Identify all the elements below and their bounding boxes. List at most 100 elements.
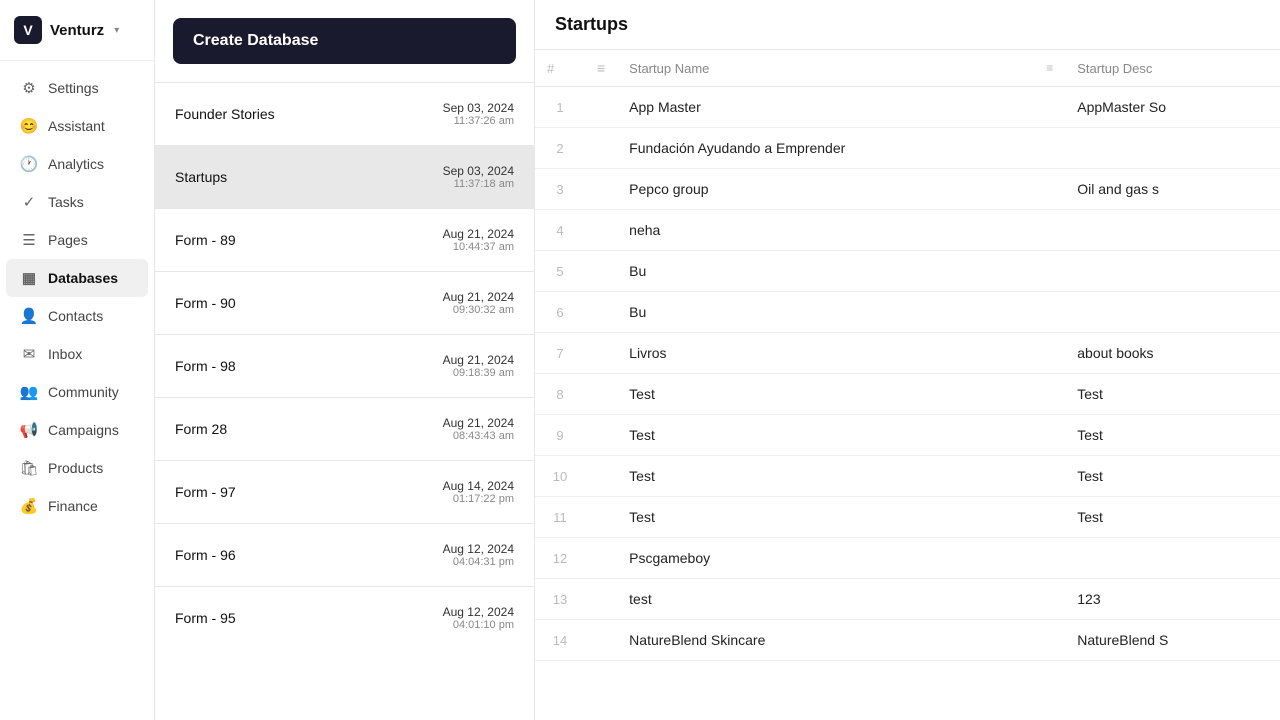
row-startup-desc: Test: [1065, 415, 1280, 456]
sidebar-label-contacts: Contacts: [48, 308, 103, 324]
row-menu: [585, 87, 617, 128]
row-menu: [585, 251, 617, 292]
assistant-icon: 😊: [20, 117, 38, 135]
db-name: Form - 95: [175, 610, 236, 626]
row-menu: [585, 333, 617, 374]
row-num: 2: [535, 128, 585, 169]
row-num: 9: [535, 415, 585, 456]
tasks-icon: ✓: [20, 193, 38, 211]
row-startup-desc: Test: [1065, 456, 1280, 497]
db-name: Form - 96: [175, 547, 236, 563]
database-list-item[interactable]: Form - 97 Aug 14, 2024 01:17:22 pm: [155, 460, 534, 523]
sidebar-item-assistant[interactable]: 😊 Assistant: [6, 107, 148, 145]
database-list-item[interactable]: Form - 89 Aug 21, 2024 10:44:37 am: [155, 208, 534, 271]
database-list-item[interactable]: Form - 96 Aug 12, 2024 04:04:31 pm: [155, 523, 534, 586]
row-startup-desc: about books: [1065, 333, 1280, 374]
row-num: 8: [535, 374, 585, 415]
col-filter-icon[interactable]: ≡: [1046, 61, 1053, 75]
database-list-item[interactable]: Form - 98 Aug 21, 2024 09:18:39 am: [155, 334, 534, 397]
sidebar: V Venturz ▾ ⚙ Settings 😊 Assistant 🕐 Ana…: [0, 0, 155, 720]
sidebar-label-assistant: Assistant: [48, 118, 105, 134]
table-row[interactable]: 7 Livros about books: [535, 333, 1280, 374]
contacts-icon: 👤: [20, 307, 38, 325]
sidebar-item-community[interactable]: 👥 Community: [6, 373, 148, 411]
db-date: Sep 03, 2024 11:37:26 am: [443, 101, 514, 127]
col-header-startup-name[interactable]: Startup Name ≡: [617, 50, 1065, 87]
sidebar-item-products[interactable]: 🛍 Products: [6, 449, 148, 487]
row-num: 11: [535, 497, 585, 538]
row-num: 1: [535, 87, 585, 128]
row-menu: [585, 374, 617, 415]
row-menu: [585, 620, 617, 661]
row-num: 14: [535, 620, 585, 661]
row-num: 6: [535, 292, 585, 333]
sidebar-item-inbox[interactable]: ✉ Inbox: [6, 335, 148, 373]
table-row[interactable]: 4 neha: [535, 210, 1280, 251]
main-content: Startups # ≡ Startup Name ≡ Startup Des: [535, 0, 1280, 720]
table-row[interactable]: 13 test 123: [535, 579, 1280, 620]
sidebar-item-analytics[interactable]: 🕐 Analytics: [6, 145, 148, 183]
row-startup-desc: NatureBlend S: [1065, 620, 1280, 661]
row-startup-name: Pscgameboy: [617, 538, 1065, 579]
col-header-menu: ≡: [585, 50, 617, 87]
row-startup-name: Bu: [617, 251, 1065, 292]
database-list-item[interactable]: Form - 90 Aug 21, 2024 09:30:32 am: [155, 271, 534, 334]
table-row[interactable]: 10 Test Test: [535, 456, 1280, 497]
row-menu: [585, 579, 617, 620]
sidebar-item-finance[interactable]: 💰 Finance: [6, 487, 148, 525]
row-startup-desc: AppMaster So: [1065, 87, 1280, 128]
table-row[interactable]: 11 Test Test: [535, 497, 1280, 538]
db-date: Sep 03, 2024 11:37:18 am: [443, 164, 514, 190]
sidebar-item-settings[interactable]: ⚙ Settings: [6, 69, 148, 107]
community-icon: 👥: [20, 383, 38, 401]
create-database-button[interactable]: Create Database: [173, 18, 516, 64]
sidebar-item-campaigns[interactable]: 📢 Campaigns: [6, 411, 148, 449]
table-row[interactable]: 5 Bu: [535, 251, 1280, 292]
row-menu: [585, 456, 617, 497]
table-row[interactable]: 9 Test Test: [535, 415, 1280, 456]
row-startup-desc: Test: [1065, 497, 1280, 538]
row-startup-name: test: [617, 579, 1065, 620]
middle-panel: Create Database Founder Stories Sep 03, …: [155, 0, 535, 720]
db-date: Aug 21, 2024 08:43:43 am: [443, 416, 514, 442]
db-date: Aug 21, 2024 09:18:39 am: [443, 353, 514, 379]
table-row[interactable]: 14 NatureBlend Skincare NatureBlend S: [535, 620, 1280, 661]
col-menu-icon[interactable]: ≡: [597, 60, 605, 76]
logo-icon: V: [14, 16, 42, 44]
sidebar-label-community: Community: [48, 384, 119, 400]
products-icon: 🛍: [20, 459, 38, 477]
row-menu: [585, 128, 617, 169]
sidebar-item-contacts[interactable]: 👤 Contacts: [6, 297, 148, 335]
col-header-startup-desc[interactable]: Startup Desc: [1065, 50, 1280, 87]
row-startup-desc: [1065, 128, 1280, 169]
row-menu: [585, 210, 617, 251]
sidebar-label-databases: Databases: [48, 270, 118, 286]
database-list-item[interactable]: Form 28 Aug 21, 2024 08:43:43 am: [155, 397, 534, 460]
database-list-item[interactable]: Startups Sep 03, 2024 11:37:18 am: [155, 145, 534, 208]
row-menu: [585, 538, 617, 579]
row-startup-name: Test: [617, 497, 1065, 538]
table-row[interactable]: 8 Test Test: [535, 374, 1280, 415]
row-num: 13: [535, 579, 585, 620]
row-menu: [585, 292, 617, 333]
database-list-item[interactable]: Form - 95 Aug 12, 2024 04:01:10 pm: [155, 586, 534, 649]
sidebar-label-products: Products: [48, 460, 103, 476]
sidebar-label-campaigns: Campaigns: [48, 422, 119, 438]
sidebar-item-pages[interactable]: ☰ Pages: [6, 221, 148, 259]
table-row[interactable]: 2 Fundación Ayudando a Emprender: [535, 128, 1280, 169]
table-row[interactable]: 6 Bu: [535, 292, 1280, 333]
db-name: Form - 89: [175, 232, 236, 248]
table-row[interactable]: 12 Pscgameboy: [535, 538, 1280, 579]
row-startup-desc: Test: [1065, 374, 1280, 415]
database-list-item[interactable]: Founder Stories Sep 03, 2024 11:37:26 am: [155, 82, 534, 145]
sidebar-item-databases[interactable]: ▦ Databases: [6, 259, 148, 297]
database-list: Founder Stories Sep 03, 2024 11:37:26 am…: [155, 82, 534, 649]
table-row[interactable]: 3 Pepco group Oil and gas s: [535, 169, 1280, 210]
sidebar-item-tasks[interactable]: ✓ Tasks: [6, 183, 148, 221]
row-num: 12: [535, 538, 585, 579]
sidebar-label-analytics: Analytics: [48, 156, 104, 172]
logo-area[interactable]: V Venturz ▾: [0, 0, 154, 61]
pages-icon: ☰: [20, 231, 38, 249]
row-startup-name: Test: [617, 415, 1065, 456]
table-row[interactable]: 1 App Master AppMaster So: [535, 87, 1280, 128]
